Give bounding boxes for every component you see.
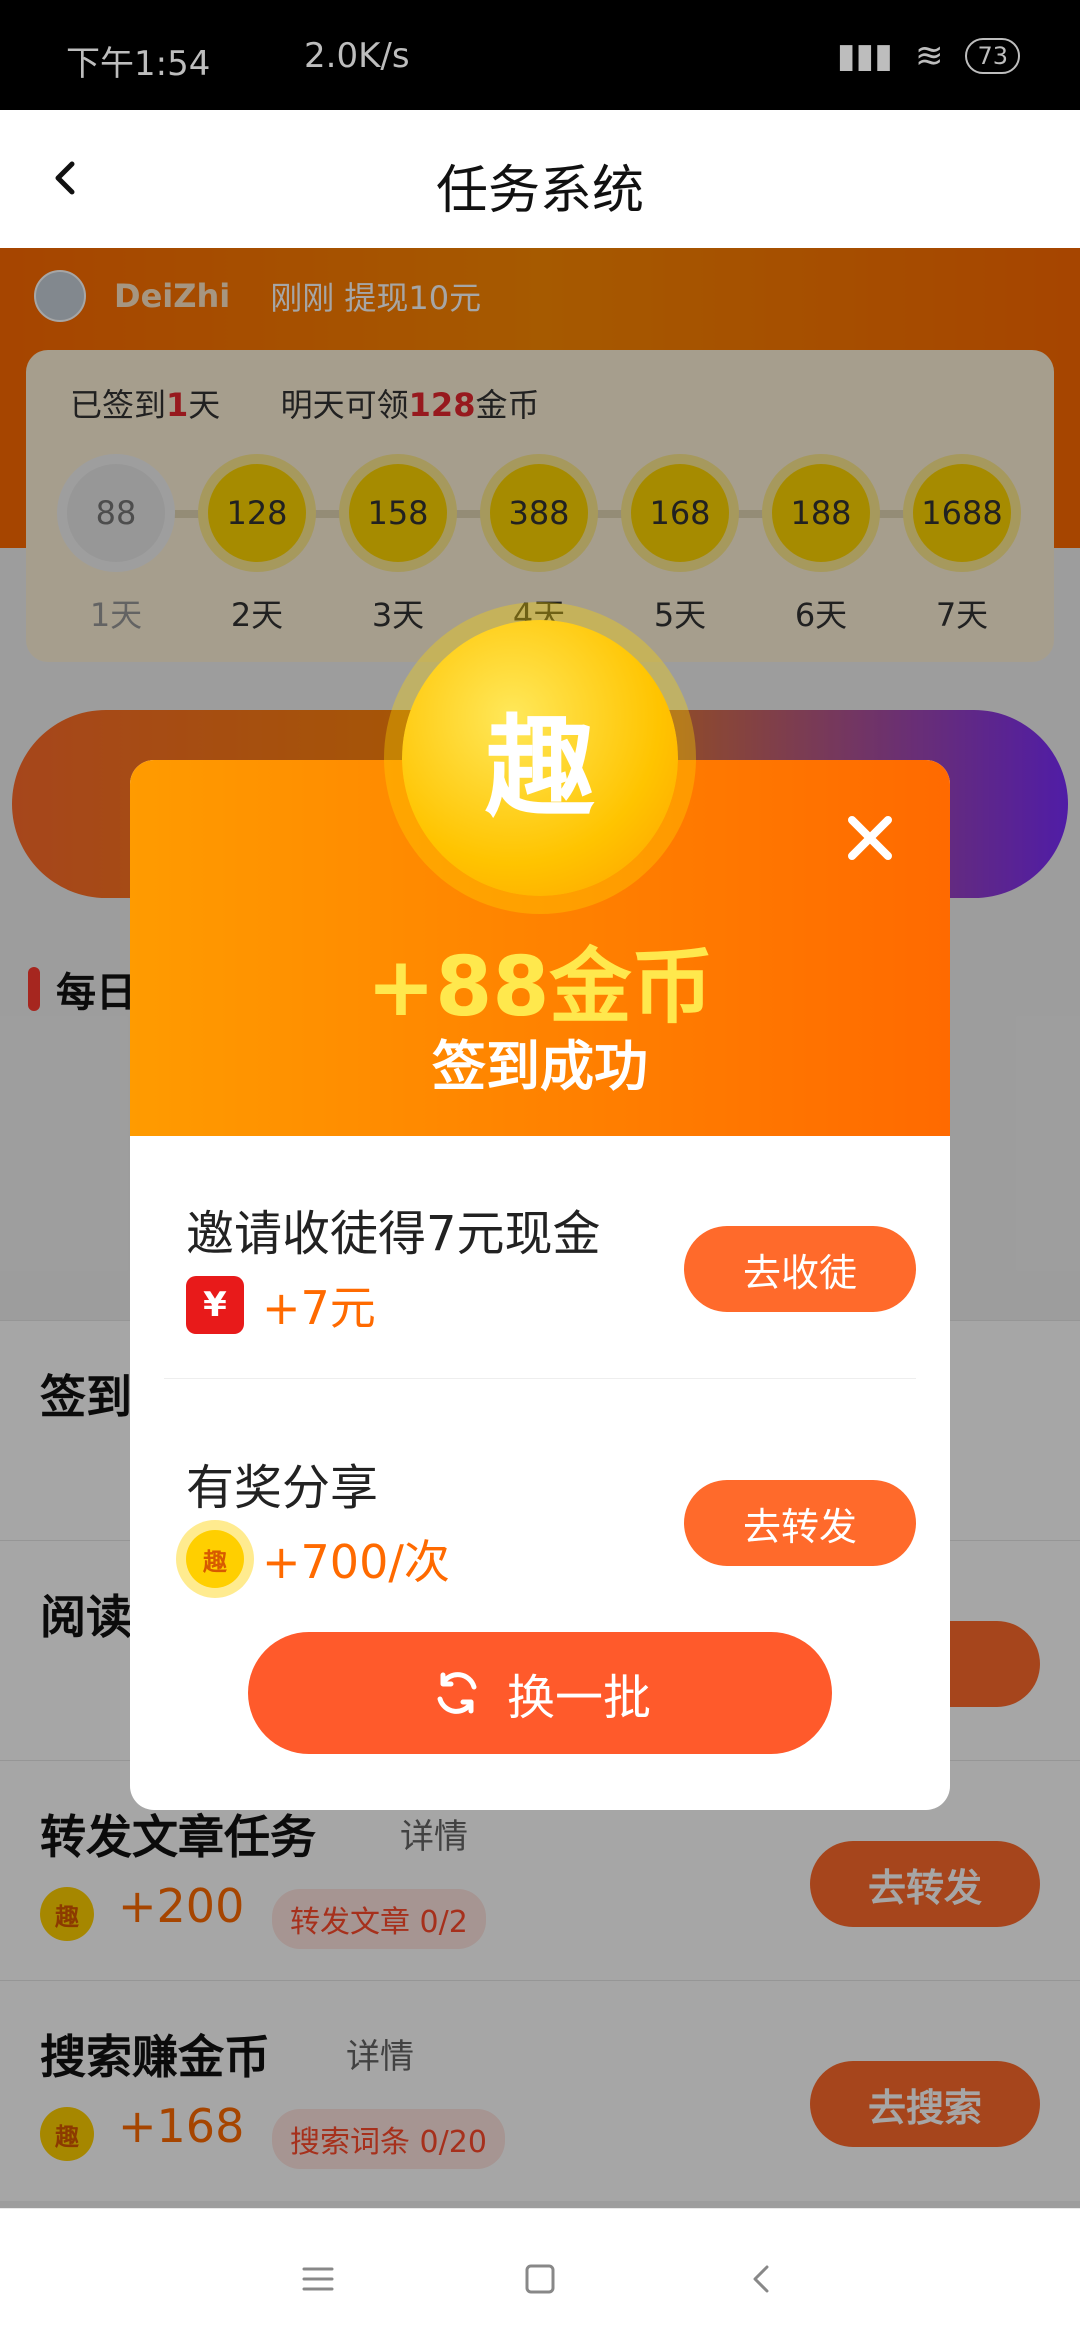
signal-icon: ▮▮▮ [836, 36, 893, 76]
page-title: 任务系统 [435, 161, 644, 221]
close-button[interactable] [838, 806, 902, 870]
medallion-text: 趣 [485, 704, 595, 832]
wifi-icon: ≋ [914, 36, 944, 76]
menu-nav-button[interactable] [288, 2249, 348, 2309]
app-header: 任务系统 [0, 110, 1080, 249]
refresh-label: 换一批 [506, 1670, 651, 1726]
menu-icon [302, 2267, 334, 2291]
yuan-icon: ¥ [186, 1276, 244, 1334]
system-nav-bar [0, 2208, 1080, 2341]
home-square-icon [525, 2264, 555, 2294]
close-icon [848, 816, 892, 860]
invite-button[interactable]: 去收徒 [684, 1226, 916, 1312]
share-value: +700/次 [262, 1535, 450, 1589]
invite-value: +7元 [262, 1281, 376, 1335]
status-bar: 下午1:54 2.0K/s ▮▮▮ ≋ 73 [0, 0, 1080, 110]
refresh-icon [437, 1672, 477, 1714]
network-speed: 2.0K/s [304, 36, 410, 76]
success-title: 签到成功 [432, 1035, 648, 1098]
share-button[interactable]: 去转发 [684, 1480, 916, 1566]
status-icons: ▮▮▮ ≋ 73 [837, 36, 1020, 76]
fun-coin-medallion: 趣 [402, 620, 678, 896]
divider [164, 1378, 916, 1379]
back-nav-icon [753, 2265, 769, 2293]
refresh-button[interactable]: 换一批 [248, 1632, 832, 1754]
invite-label: 邀请收徒得7元现金 [186, 1206, 601, 1262]
invite-item: 邀请收徒得7元现金 ¥ +7元 去收徒 [130, 1136, 950, 1366]
share-label: 有奖分享 [186, 1460, 379, 1516]
status-time: 下午1:54 [66, 44, 211, 84]
battery-icon: 73 [965, 38, 1020, 74]
share-item: 有奖分享 趣 +700/次 去转发 [130, 1390, 950, 1620]
home-nav-button[interactable] [510, 2249, 570, 2309]
coin-icon: 趣 [186, 1530, 244, 1588]
signin-success-modal: +88金币 签到成功 邀请收徒得7元现金 ¥ +7元 去收徒 有奖分享 趣 +7… [130, 760, 950, 1810]
back-nav-button[interactable] [732, 2249, 792, 2309]
